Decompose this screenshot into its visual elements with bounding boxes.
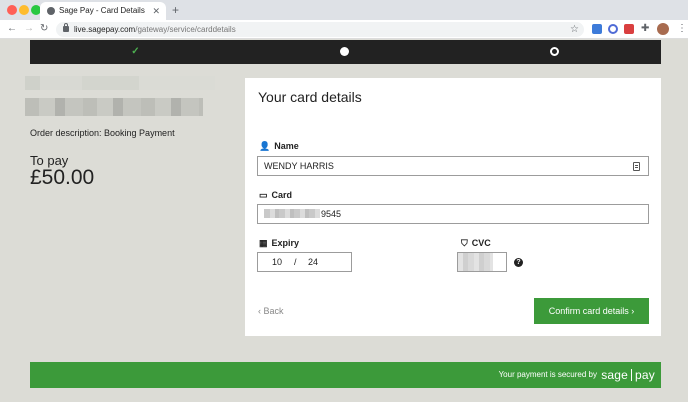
close-window-button[interactable]: [7, 5, 17, 15]
secured-by-text: Your payment is secured by: [498, 370, 597, 379]
browser-tab-bar: Sage Pay - Card Details ✕ +: [0, 0, 688, 20]
card-details-panel: Your card details 👤 Name WENDY HARRIS ▭ Ca…: [245, 78, 661, 336]
url-text: live.sagepay.com/gateway/service/carddet…: [74, 25, 236, 34]
page-title: Your card details: [258, 89, 362, 105]
redacted-merchant-name: [25, 76, 215, 90]
tab-title: Sage Pay - Card Details: [59, 6, 145, 15]
payment-amount: £50.00: [30, 166, 95, 189]
card-number-input[interactable]: 9545: [257, 204, 649, 224]
card-label: ▭ Card: [259, 190, 293, 200]
step-current-indicator: [340, 47, 349, 56]
extensions-puzzle-icon[interactable]: ✚: [641, 24, 649, 34]
extension-icon[interactable]: [624, 24, 634, 34]
extension-icon[interactable]: [592, 24, 602, 34]
new-tab-button[interactable]: +: [172, 2, 179, 18]
order-description: Order description: Booking Payment: [30, 128, 175, 138]
back-arrow-icon[interactable]: ←: [7, 22, 17, 36]
redacted-cvc: [458, 253, 493, 271]
cvc-help-icon[interactable]: ?: [514, 258, 523, 267]
cvc-label: ⛉ CVC: [461, 238, 491, 248]
forward-arrow-icon[interactable]: →: [24, 22, 34, 36]
minimize-window-button[interactable]: [19, 5, 29, 15]
address-bar[interactable]: live.sagepay.com/gateway/service/carddet…: [56, 22, 584, 37]
calendar-icon: ▦: [259, 238, 268, 248]
step-complete-check-icon: ✓: [131, 46, 140, 57]
chevron-right-icon: ›: [628, 306, 635, 316]
expiry-separator: /: [294, 257, 297, 267]
name-input[interactable]: WENDY HARRIS: [257, 156, 649, 176]
expiry-input[interactable]: 10 / 24: [257, 252, 352, 272]
footer-bar: Your payment is secured by sage pay: [30, 362, 661, 388]
shield-icon: ⛉: [461, 238, 468, 248]
expiry-year[interactable]: 24: [308, 253, 318, 272]
user-icon: 👤: [259, 141, 271, 151]
sagepay-logo: sage pay: [601, 368, 655, 382]
credit-card-icon: ▭: [259, 190, 268, 200]
profile-avatar[interactable]: [657, 23, 669, 35]
expiry-label: ▦ Expiry: [259, 238, 300, 248]
lock-icon[interactable]: [63, 23, 69, 32]
step-upcoming-indicator: [550, 47, 559, 56]
browser-tab[interactable]: Sage Pay - Card Details ✕: [40, 2, 166, 20]
payment-progress-bar: ✓: [30, 40, 661, 64]
extension-icon[interactable]: [608, 24, 618, 34]
favicon-icon: [47, 7, 55, 15]
browser-menu-icon[interactable]: ⋮: [677, 22, 687, 36]
confirm-card-details-button[interactable]: Confirm card details ›: [534, 298, 649, 324]
browser-toolbar: ← → ↻ live.sagepay.com/gateway/service/c…: [0, 20, 688, 39]
redacted-card-digits: [264, 209, 320, 218]
name-label: 👤 Name: [259, 141, 299, 151]
redacted-merchant-details: [25, 98, 203, 116]
bookmark-star-icon[interactable]: ☆: [570, 22, 579, 37]
cvc-input[interactable]: [457, 252, 507, 272]
autofill-contact-icon[interactable]: [633, 162, 640, 171]
back-link[interactable]: ‹ Back: [258, 306, 284, 316]
tab-close-icon[interactable]: ✕: [152, 2, 160, 20]
expiry-month[interactable]: 10: [272, 253, 282, 272]
reload-icon[interactable]: ↻: [40, 22, 48, 36]
